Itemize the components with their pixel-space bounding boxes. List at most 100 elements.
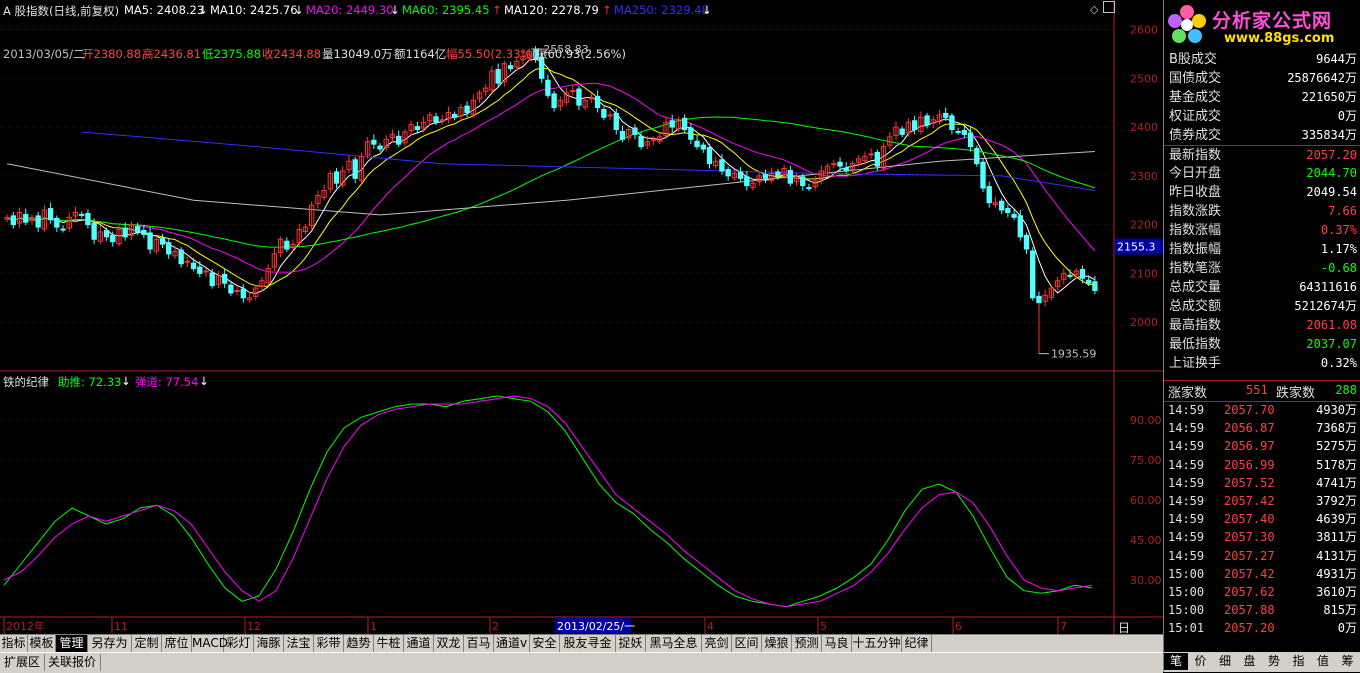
- template-tab[interactable]: 十五分钟: [852, 635, 902, 652]
- candle-body: [1086, 279, 1092, 284]
- candle-body: [911, 120, 918, 131]
- template-tab[interactable]: 黑马全息: [646, 635, 702, 652]
- related-quote-button[interactable]: 关联报价: [44, 654, 102, 671]
- stat-value: 335834万: [1301, 128, 1357, 142]
- template-tab[interactable]: 席位: [162, 635, 192, 652]
- stat-value: 0.32%: [1320, 356, 1357, 370]
- template-tab[interactable]: 通道: [404, 635, 434, 652]
- detail-tab[interactable]: 细: [1213, 653, 1237, 670]
- stat-label: 今日开盘: [1169, 166, 1222, 181]
- stat-row: 基金成交 221650万: [1164, 88, 1360, 107]
- template-tab[interactable]: 百马: [464, 635, 494, 652]
- template-tab[interactable]: MACD: [192, 635, 228, 652]
- indicator-series-line: [3, 395, 1093, 608]
- candle-body: [949, 115, 955, 131]
- candle-body: [980, 161, 986, 189]
- indicator-push-value: 助推: 72.33: [58, 375, 122, 389]
- candle-body: [1005, 208, 1011, 213]
- ma-trend-arrow-icon: ↓: [198, 3, 208, 17]
- up-count-value: 551: [1246, 383, 1268, 397]
- template-tab[interactable]: 模板: [28, 635, 56, 652]
- tick-volume: 5275万: [1316, 439, 1357, 454]
- stat-label: 总成交量: [1169, 280, 1222, 295]
- template-tab[interactable]: 双龙: [434, 635, 464, 652]
- main-chart-area[interactable]: 2000 2100 2200 2300 2400 2500 2600 2558.83 1935.…: [0, 0, 1163, 652]
- template-tab[interactable]: 彩灯: [224, 635, 254, 652]
- template-tab[interactable]: 管理: [56, 635, 88, 652]
- detail-tab[interactable]: 值: [1311, 653, 1335, 670]
- candle-body: [209, 272, 215, 287]
- tick-list[interactable]: 14:59 2057.70 4930万 14:59 2056.87 7368万 14:59 2…: [1164, 401, 1360, 639]
- indicator-tick-label: 75.00: [1130, 454, 1162, 467]
- price-tick-label: 2500: [1130, 72, 1158, 85]
- template-tab[interactable]: 牛桩: [374, 635, 404, 652]
- tick-volume: 7368万: [1316, 421, 1357, 436]
- candle-body: [178, 249, 184, 265]
- chart-options-icon[interactable]: ◇: [1090, 3, 1098, 16]
- extension-area-button[interactable]: 扩展区: [0, 654, 46, 671]
- candle-body: [986, 186, 992, 204]
- stat-value: 5212674万: [1294, 299, 1357, 313]
- detail-tab[interactable]: 盘: [1238, 653, 1262, 670]
- ohlc-close: 收2434.88: [262, 47, 322, 61]
- stat-row: 最低指数 2037.07: [1164, 335, 1360, 354]
- tick-time: 14:59: [1168, 512, 1205, 527]
- tick-volume: 5178万: [1316, 457, 1357, 472]
- stat-row: 总成交量 64311616: [1164, 278, 1360, 297]
- tick-row: 14:59 2056.99 5178万: [1164, 456, 1360, 474]
- tick-time: 15:01: [1168, 621, 1205, 636]
- ohlc-amplitude: 振60.93(2.56%): [536, 47, 626, 61]
- template-tab[interactable]: 区间: [732, 635, 762, 652]
- template-tab[interactable]: 另存为: [88, 635, 132, 652]
- template-tab[interactable]: 捉妖: [616, 635, 646, 652]
- stat-row: 指数笔涨 -0.68: [1164, 259, 1360, 278]
- tick-row: 14:59 2057.42 3792万: [1164, 492, 1360, 510]
- candle-body: [1092, 281, 1098, 292]
- template-tab[interactable]: 彩带: [314, 635, 344, 652]
- template-tab[interactable]: 法宝: [284, 635, 314, 652]
- tick-row: 14:59 2057.52 4741万: [1164, 474, 1360, 492]
- stat-row: 债券成交 335834万: [1164, 126, 1360, 145]
- detail-tab[interactable]: 价: [1189, 653, 1213, 670]
- template-tab[interactable]: 指标: [0, 635, 28, 652]
- candle-body: [545, 79, 551, 96]
- template-tab[interactable]: 马良: [822, 635, 852, 652]
- maximize-icon[interactable]: [1103, 1, 1115, 13]
- ohlc-open: 开2380.88: [82, 47, 142, 61]
- template-tab[interactable]: 股友寻金: [560, 635, 616, 652]
- candle-body: [806, 187, 812, 190]
- candle-body: [961, 129, 968, 135]
- stat-label: 最新指数: [1169, 148, 1222, 163]
- template-tab[interactable]: 安全: [530, 635, 560, 652]
- template-tab[interactable]: 燥狼: [762, 635, 792, 652]
- detail-tab[interactable]: 势: [1262, 653, 1286, 670]
- candle-body: [998, 200, 1005, 211]
- candle-body: [79, 213, 85, 216]
- indicator-name: 铁的纪律: [3, 375, 49, 389]
- tick-price: 2057.52: [1224, 475, 1275, 490]
- candle-body: [868, 153, 874, 156]
- kline-chart[interactable]: 20002100220023002400250026002558.831935.…: [0, 0, 1163, 634]
- stat-label: 上证换手: [1169, 356, 1222, 371]
- template-tab[interactable]: 亮剑: [702, 635, 732, 652]
- template-tab[interactable]: 纪律: [902, 635, 932, 652]
- ma-legend-item: MA20: 2449.30: [306, 3, 394, 17]
- time-tick-label: 6: [955, 620, 962, 633]
- detail-tab[interactable]: 指: [1287, 653, 1311, 670]
- template-tab[interactable]: 通道v: [494, 635, 530, 652]
- indicator-trajectory-value: 弹道: 77.54: [135, 375, 199, 389]
- ma-trend-arrow-icon: ↓: [702, 3, 712, 17]
- candle-body: [843, 167, 849, 172]
- detail-tab[interactable]: 筹: [1336, 653, 1360, 670]
- template-tab[interactable]: 定制: [132, 635, 162, 652]
- template-tab[interactable]: 海豚: [254, 635, 284, 652]
- template-tab[interactable]: 趋势: [344, 635, 374, 652]
- template-tab[interactable]: 预测: [792, 635, 822, 652]
- candle-body: [228, 284, 234, 294]
- candle-body: [221, 273, 228, 284]
- candle-body: [725, 169, 731, 177]
- candle-body: [607, 114, 613, 117]
- detail-tab[interactable]: 笔: [1164, 653, 1188, 670]
- candle-body: [588, 97, 595, 100]
- logo-title: 分析家公式网: [1212, 10, 1333, 32]
